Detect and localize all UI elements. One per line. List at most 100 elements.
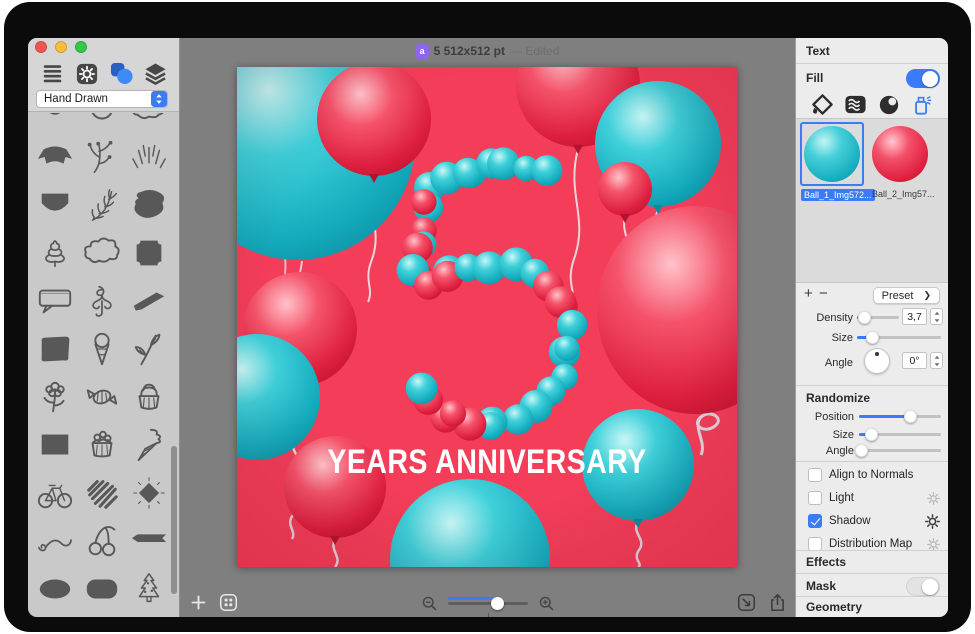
fill-mode-gradient-sphere-button[interactable] (876, 93, 902, 119)
randomize-size-slider[interactable] (859, 427, 941, 441)
shape-bicycle[interactable] (31, 471, 78, 519)
geometry-section-header[interactable]: Geometry (796, 600, 948, 614)
shape-soft-serve[interactable] (125, 423, 172, 471)
distribution-map-gear-icon[interactable] (927, 538, 940, 551)
shape-scribble-blob[interactable] (125, 183, 172, 231)
shape-swirl-flourish[interactable] (78, 279, 125, 327)
shape-ice-cream-cone[interactable] (78, 327, 125, 375)
swatch-ball-2[interactable] (868, 122, 932, 186)
shape-filled-rect[interactable] (31, 423, 78, 471)
fullscreen-button[interactable] (75, 41, 87, 53)
size-label: Size (796, 332, 853, 344)
gradient-sphere-icon (878, 94, 900, 119)
density-value[interactable]: 3,7 (902, 308, 927, 325)
shape-ribbon-diagonal[interactable] (125, 279, 172, 327)
zoom-slider-thumb[interactable] (491, 597, 504, 610)
shape-cupcake-swirl[interactable] (125, 375, 172, 423)
shape-library-sidebar: Hand Drawn (28, 38, 180, 617)
effects-section-header[interactable]: Effects (796, 555, 948, 569)
light-gear-icon[interactable] (927, 492, 940, 505)
slider-thumb[interactable] (855, 444, 868, 457)
angle-dial[interactable] (864, 348, 890, 374)
fit-to-screen-button[interactable] (736, 592, 757, 613)
shape-wave-ribbon[interactable] (125, 615, 172, 617)
shape-rounded-blob[interactable] (78, 567, 125, 615)
distribution-map-label: Distribution Map (829, 538, 912, 550)
shape-ribbon-banner[interactable] (31, 135, 78, 183)
distribution-map-checkbox[interactable] (808, 537, 822, 551)
shadow-gear-icon[interactable] (925, 514, 940, 529)
angle-value[interactable]: 0° (902, 352, 927, 369)
shape-leaf-branch[interactable] (125, 327, 172, 375)
remove-swatch-button[interactable]: − (819, 287, 828, 301)
zoom-out-button[interactable] (419, 593, 440, 614)
canvas-artboard[interactable]: YEARS ANNIVERSARY (237, 67, 737, 567)
shape-cloud-small[interactable] (125, 113, 172, 135)
shape-sunburst[interactable] (125, 135, 172, 183)
toolbar-settings-button[interactable] (75, 64, 99, 88)
zoom-slider[interactable] (448, 597, 528, 611)
shape-pennant[interactable] (31, 183, 78, 231)
randomize-header: Randomize (796, 391, 948, 405)
swatch-ball-1[interactable] (800, 122, 864, 186)
fill-mode-fill-bucket-button[interactable] (809, 93, 835, 119)
artboards-button[interactable] (218, 592, 239, 613)
toolbar-menu-button[interactable] (40, 64, 64, 88)
shape-banner-tip[interactable] (31, 113, 78, 135)
shape-floral-branch[interactable] (78, 135, 125, 183)
light-checkbox[interactable] (808, 491, 822, 505)
size-slider[interactable] (857, 330, 941, 344)
randomize-angle-slider[interactable] (859, 443, 941, 457)
preset-button[interactable]: Preset ❯ (873, 287, 940, 304)
shape-rough-blob[interactable] (31, 327, 78, 375)
shape-xmas-tree[interactable] (125, 567, 172, 615)
add-swatch-button[interactable]: + (804, 287, 813, 301)
share-button[interactable] (767, 592, 788, 613)
shape-stocking[interactable] (31, 615, 78, 617)
slider-thumb[interactable] (865, 428, 878, 441)
angle-stepper[interactable] (930, 352, 943, 369)
shape-cupcake[interactable] (78, 423, 125, 471)
align-to-normals-checkbox[interactable] (808, 468, 822, 482)
shape-diamond-ornament[interactable] (125, 471, 172, 519)
shape-curl-flourish[interactable] (31, 519, 78, 567)
slider-thumb[interactable] (858, 311, 871, 324)
flower-icon (36, 378, 74, 421)
fill-mode-spray-can-button[interactable] (909, 93, 935, 119)
shape-pocket[interactable] (78, 615, 125, 617)
spray-can-icon (911, 94, 933, 119)
zoom-in-button[interactable] (536, 593, 557, 614)
size-row: Size (796, 330, 948, 346)
density-stepper[interactable] (930, 308, 943, 325)
fill-toggle[interactable] (906, 69, 940, 88)
cupcake-swirl-icon (130, 378, 168, 421)
minimize-button[interactable] (55, 41, 67, 53)
shadow-checkbox[interactable] (808, 514, 822, 528)
mask-toggle[interactable] (906, 577, 940, 596)
shape-plaque[interactable] (125, 231, 172, 279)
shape-swirl-tree[interactable] (31, 231, 78, 279)
shape-cloud-outline[interactable] (78, 231, 125, 279)
zoom-out-icon (421, 595, 438, 612)
shape-candy[interactable] (78, 375, 125, 423)
slider-thumb[interactable] (904, 410, 917, 423)
window-title: 5 512x512 pt (434, 44, 505, 58)
shape-ribbon-filled[interactable] (125, 519, 172, 567)
sidebar-scrollbar[interactable] (171, 446, 177, 594)
close-button[interactable] (35, 41, 47, 53)
add-artboard-button[interactable] (188, 592, 209, 613)
randomize-position-slider[interactable] (859, 409, 941, 423)
shape-flower[interactable] (31, 375, 78, 423)
density-slider[interactable] (857, 310, 899, 324)
shape-oval-blob[interactable] (31, 567, 78, 615)
shape-cherries[interactable] (78, 519, 125, 567)
shape-bowl-wave[interactable] (78, 113, 125, 135)
shape-scribble-circle[interactable] (78, 471, 125, 519)
shape-category-dropdown[interactable]: Hand Drawn (36, 90, 168, 108)
toolbar-shapes-button[interactable] (109, 64, 133, 88)
fill-mode-texture-waves-button[interactable] (842, 93, 868, 119)
slider-thumb[interactable] (866, 331, 879, 344)
shape-speech-bubble[interactable] (31, 279, 78, 327)
toolbar-layers-button[interactable] (144, 64, 168, 88)
shape-laurel-branch[interactable] (78, 183, 125, 231)
